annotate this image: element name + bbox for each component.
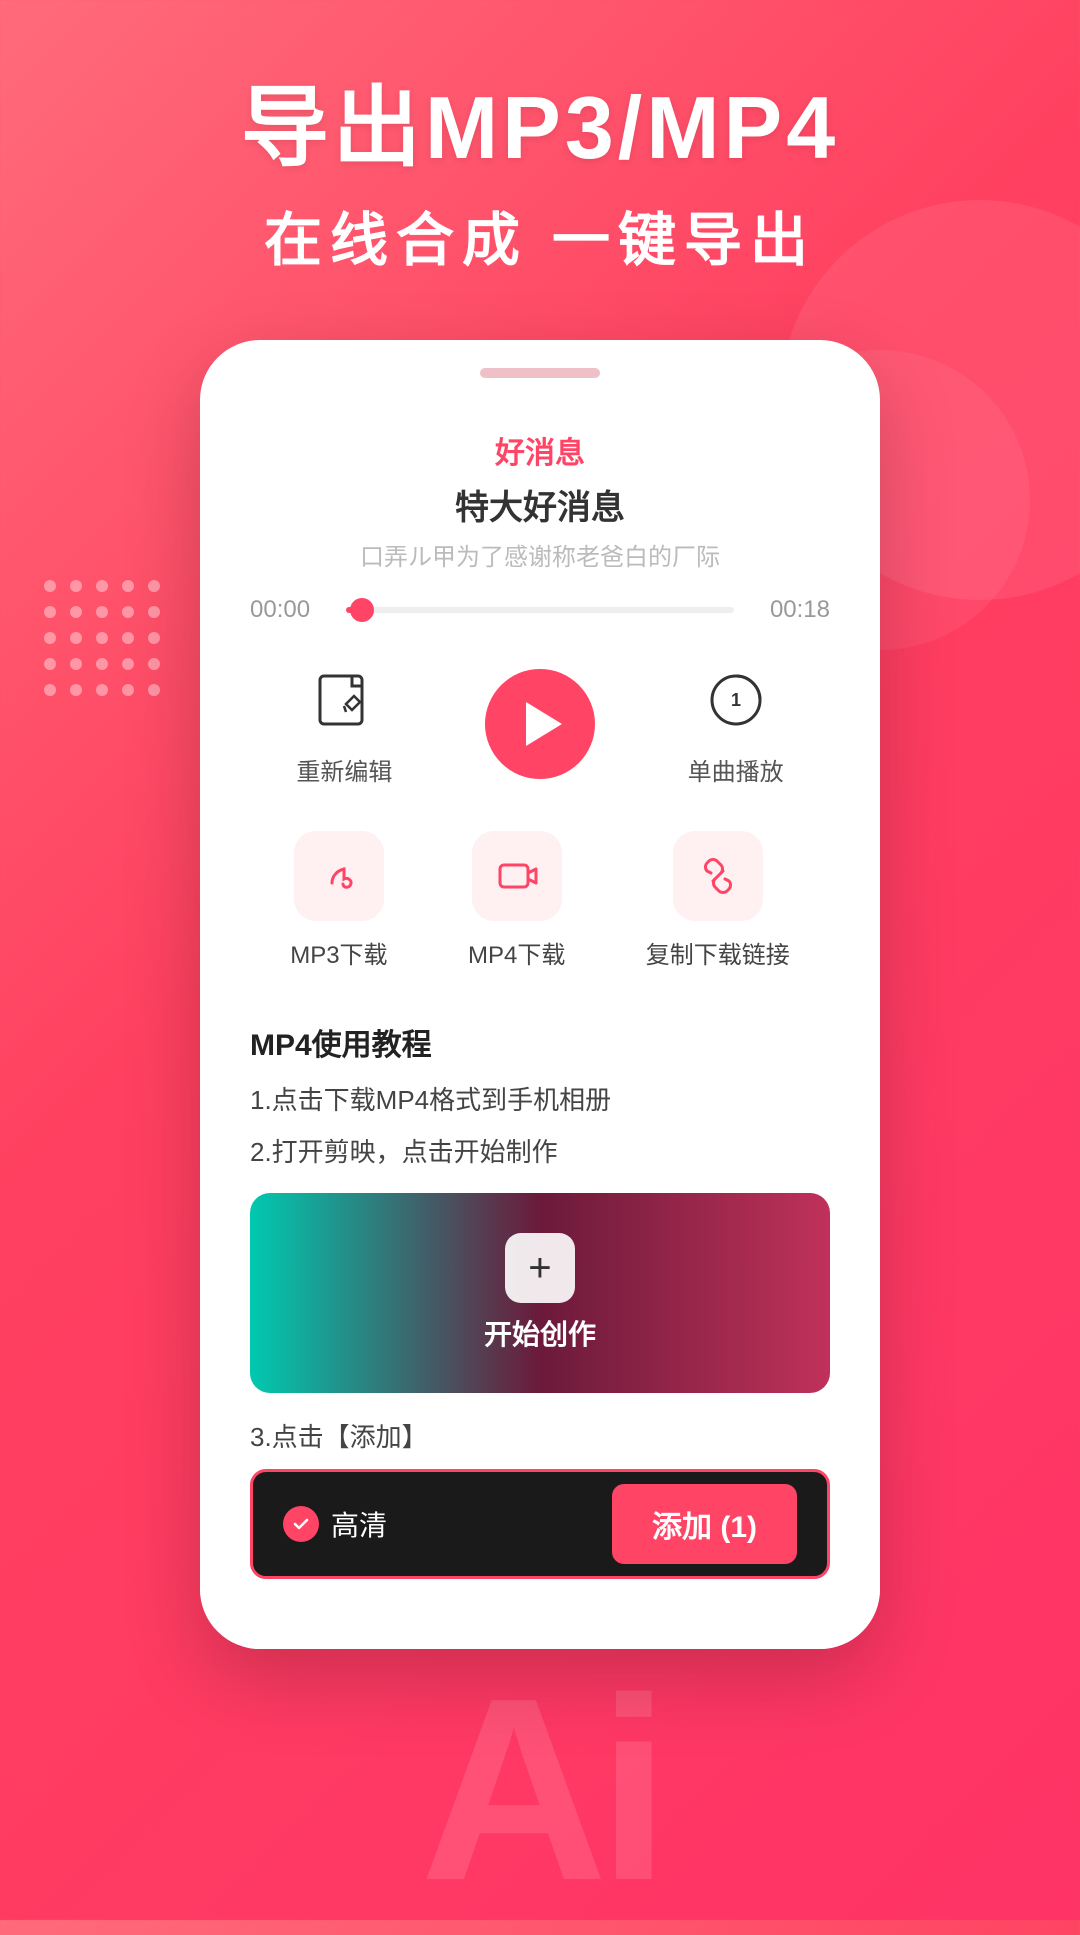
time-start: 00:00 [250,596,330,624]
create-label: 开始创作 [484,1313,596,1353]
time-end: 00:18 [750,596,830,624]
mp4-download[interactable]: MP4下载 [468,831,565,970]
play-icon [526,702,562,746]
mp4-icon-bg [472,831,562,921]
hd-check-icon [283,1506,319,1542]
edit-label: 重新编辑 [296,752,392,787]
phone-mockup: 好消息 特大好消息 口弄ル甲为了感谢称老爸白的厂际 00:00 00:18 [200,340,880,1649]
tutorial-step-1: 1.点击下载MP4格式到手机相册 [250,1080,830,1122]
loop-label: 单曲播放 [688,752,784,787]
edit-icon [304,660,384,740]
controls-row: 重新编辑 1 单曲播放 [250,660,830,787]
tutorial-section: MP4使用教程 1.点击下载MP4格式到手机相册 2.打开剪映，点击开始制作 +… [250,1020,830,1599]
tutorial-step-2: 2.打开剪映，点击开始制作 [250,1132,830,1174]
mp3-download[interactable]: MP3下载 [290,831,387,970]
ai-watermark: Ai [0,1660,1080,1920]
sub-title: 在线合成 一键导出 [0,193,1080,277]
link-icon-bg [673,831,763,921]
edit-control[interactable]: 重新编辑 [296,660,392,787]
mp3-icon-bg [294,831,384,921]
song-info: 好消息 特大好消息 口弄ル甲为了感谢称老爸白的厂际 [250,428,830,572]
mp4-label: MP4下载 [468,935,565,970]
tutorial-title: MP4使用教程 [250,1020,830,1064]
progress-bar-container: 00:00 00:18 [250,596,830,624]
play-control[interactable] [485,669,595,779]
play-button[interactable] [485,669,595,779]
phone-content: 好消息 特大好消息 口弄ル甲为了感谢称老爸白的厂际 00:00 00:18 [200,398,880,1649]
main-title: 导出MP3/MP4 [0,80,1080,177]
link-label: 复制下载链接 [646,935,790,970]
hd-text: 高清 [331,1504,387,1544]
song-label: 好消息 [250,428,830,472]
add-button[interactable]: 添加 (1) [612,1484,797,1564]
svg-text:1: 1 [731,690,741,710]
phone-speaker [480,368,600,378]
mp3-label: MP3下载 [290,935,387,970]
create-btn[interactable]: + 开始创作 [484,1233,596,1353]
copy-link[interactable]: 复制下载链接 [646,831,790,970]
progress-dot [350,598,374,622]
jianying-preview: + 开始创作 [250,1193,830,1393]
header-section: 导出MP3/MP4 在线合成 一键导出 [0,0,1080,277]
plus-icon: + [505,1233,575,1303]
progress-bar[interactable] [346,607,734,613]
loop-control[interactable]: 1 单曲播放 [688,660,784,787]
song-desc: 口弄ル甲为了感谢称老爸白的厂际 [250,537,830,572]
song-title: 特大好消息 [250,480,830,529]
add-bar: 高清 添加 (1) [250,1469,830,1579]
loop-icon: 1 [696,660,776,740]
hd-label: 高清 [283,1504,387,1544]
tutorial-step-3: 3.点击【添加】 [250,1417,830,1459]
download-row: MP3下载 MP4下载 [250,831,830,970]
